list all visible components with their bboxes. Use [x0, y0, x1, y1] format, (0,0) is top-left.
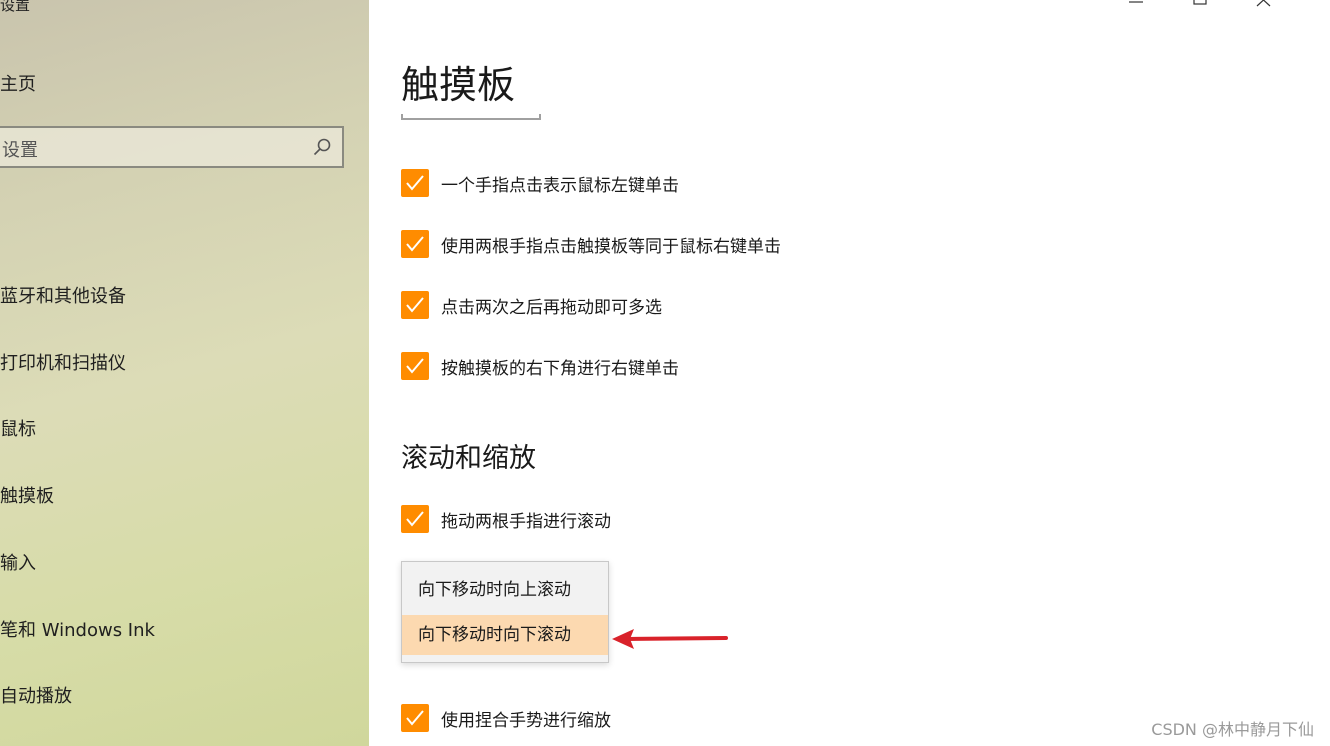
settings-sidebar: 设置 主页 设置 蓝牙和其他设备 打印机和扫描仪 鼠标 触摸板 输入 笔和 Wi… [0, 0, 369, 746]
sidebar-item-typing[interactable]: 输入 [0, 549, 36, 575]
checkbox-pinch-zoom[interactable]: 使用捏合手势进行缩放 [401, 703, 611, 733]
search-icon[interactable] [312, 137, 332, 157]
window-title: 设置 [0, 0, 31, 14]
check-icon [406, 710, 424, 726]
section-heading-scroll-zoom: 滚动和缩放 [401, 443, 536, 474]
checkbox-label: 使用两根手指点击触摸板等同于鼠标右键单击 [441, 236, 781, 257]
sidebar-item-touchpad[interactable]: 触摸板 [0, 482, 54, 508]
sidebar-item-mouse[interactable]: 鼠标 [0, 415, 36, 441]
sidebar-item-pen[interactable]: 笔和 Windows Ink [0, 616, 155, 642]
checkbox-single-tap[interactable]: 一个手指点击表示鼠标左键单击 [401, 168, 679, 198]
search-placeholder: 设置 [2, 140, 38, 161]
check-icon [406, 511, 424, 527]
nav-home[interactable]: 主页 [0, 70, 36, 96]
title-underline [401, 114, 541, 120]
sidebar-item-printers[interactable]: 打印机和扫描仪 [0, 349, 126, 375]
sidebar-item-autoplay[interactable]: 自动播放 [0, 682, 72, 708]
watermark: CSDN @林中静月下仙 [1151, 720, 1314, 739]
checkbox-label: 使用捏合手势进行缩放 [441, 710, 611, 731]
checkbox-label: 一个手指点击表示鼠标左键单击 [441, 175, 679, 196]
check-icon [406, 358, 424, 374]
checkbox-checked[interactable] [401, 505, 429, 533]
checkbox-checked[interactable] [401, 291, 429, 319]
checkbox-label: 点击两次之后再拖动即可多选 [441, 297, 662, 318]
check-icon [406, 236, 424, 252]
checkbox-checked[interactable] [401, 169, 429, 197]
checkbox-checked[interactable] [401, 352, 429, 380]
page-title: 触摸板 [401, 63, 516, 107]
checkbox-double-tap-drag[interactable]: 点击两次之后再拖动即可多选 [401, 290, 662, 320]
close-icon[interactable] [1244, 0, 1284, 18]
sidebar-item-bluetooth[interactable]: 蓝牙和其他设备 [0, 282, 126, 308]
dropdown-option-scroll-up[interactable]: 向下移动时向上滚动 [402, 570, 608, 610]
dropdown-option-scroll-down[interactable]: 向下移动时向下滚动 [402, 615, 608, 655]
search-input[interactable]: 设置 [0, 126, 344, 168]
check-icon [406, 297, 424, 313]
checkbox-checked[interactable] [401, 230, 429, 258]
check-icon [406, 175, 424, 191]
main-content: 触摸板 一个手指点击表示鼠标左键单击 使用两根手指点击触摸板等同于鼠标右键单击 … [369, 0, 1330, 746]
checkbox-two-finger-tap[interactable]: 使用两根手指点击触摸板等同于鼠标右键单击 [401, 229, 781, 259]
annotation-arrow-icon [612, 629, 728, 649]
minimize-icon[interactable] [1115, 0, 1155, 18]
checkbox-two-finger-scroll[interactable]: 拖动两根手指进行滚动 [401, 504, 611, 534]
maximize-icon[interactable] [1180, 0, 1220, 18]
checkbox-label: 按触摸板的右下角进行右键单击 [441, 358, 679, 379]
scroll-direction-dropdown[interactable]: 向下移动时向上滚动 向下移动时向下滚动 [401, 561, 609, 663]
checkbox-checked[interactable] [401, 704, 429, 732]
checkbox-label: 拖动两根手指进行滚动 [441, 511, 611, 532]
checkbox-corner-right-click[interactable]: 按触摸板的右下角进行右键单击 [401, 351, 679, 381]
